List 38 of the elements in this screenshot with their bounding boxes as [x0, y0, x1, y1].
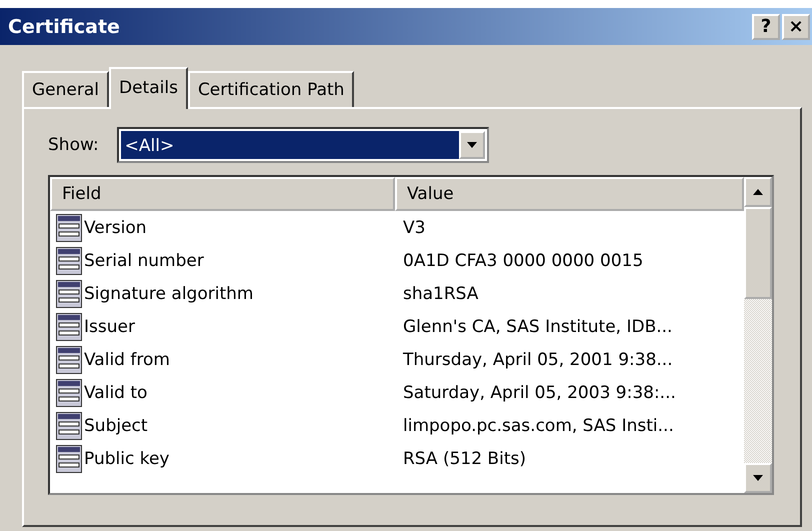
field-name: Subject — [84, 416, 148, 436]
field-value: limpopo.pc.sas.com, SAS Insti... — [403, 416, 674, 436]
scroll-down-icon[interactable] — [744, 463, 772, 493]
tab[interactable]: Details — [109, 67, 188, 109]
field-value: Glenn's CA, SAS Institute, IDB... — [403, 316, 672, 336]
field-name: Serial number — [84, 250, 204, 270]
tab[interactable]: General — [22, 71, 109, 107]
scroll-thumb[interactable] — [744, 207, 772, 299]
field-icon — [56, 378, 82, 406]
field-name: Valid from — [84, 350, 170, 370]
field-value: Saturday, April 05, 2003 9:38:... — [403, 382, 676, 402]
field-icon — [56, 412, 82, 440]
scrollbar[interactable] — [744, 177, 772, 493]
tab[interactable]: Certification Path — [188, 71, 354, 107]
field-value: RSA (512 Bits) — [403, 448, 526, 468]
column-header[interactable]: Field — [50, 177, 395, 211]
field-value: Thursday, April 05, 2001 9:38... — [403, 350, 673, 370]
field-name: Version — [84, 218, 147, 238]
field-name: Signature algorithm — [84, 284, 254, 304]
field-value: sha1RSA — [403, 284, 478, 304]
column-header[interactable]: Value — [395, 177, 744, 211]
scroll-up-icon[interactable] — [744, 177, 772, 207]
help-button[interactable]: ? — [752, 14, 780, 40]
field-value: 0A1D CFA3 0000 0000 0015 — [403, 250, 644, 270]
close-button[interactable]: × — [782, 14, 810, 40]
field-icon — [56, 246, 82, 274]
field-icon — [56, 214, 82, 242]
field-name: Issuer — [84, 316, 135, 336]
window-title: Certificate — [8, 16, 120, 38]
field-icon — [56, 280, 82, 308]
field-icon — [56, 346, 82, 374]
field-name: Public key — [84, 448, 170, 468]
field-icon — [56, 312, 82, 340]
field-name: Valid to — [84, 382, 148, 402]
field-value: V3 — [403, 218, 426, 238]
field-icon — [56, 444, 82, 472]
show-dropdown[interactable]: <All> — [116, 127, 489, 163]
show-label: Show: — [48, 135, 99, 155]
